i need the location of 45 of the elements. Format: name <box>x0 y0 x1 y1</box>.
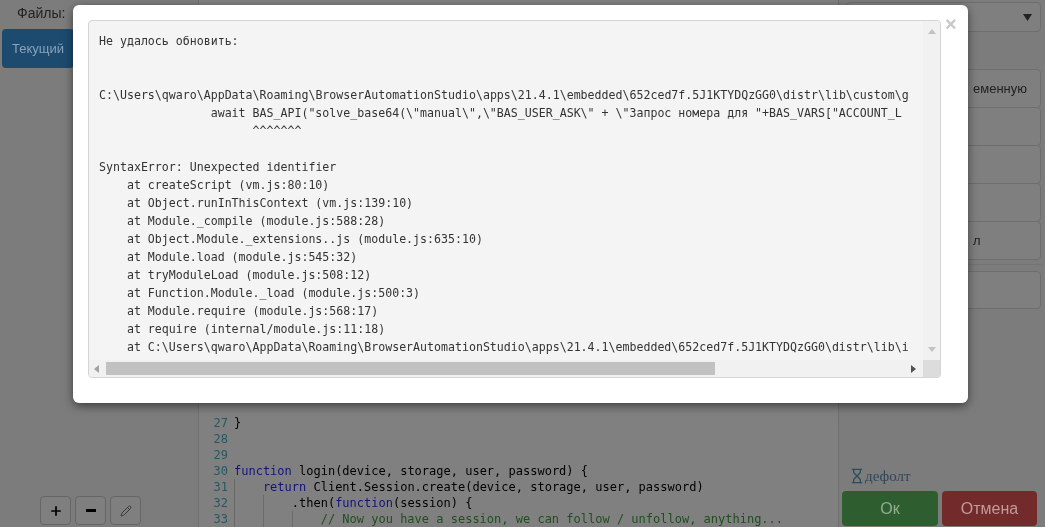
default-label: дефолт <box>865 467 911 485</box>
cancel-button[interactable]: Отмена <box>942 491 1037 526</box>
file-path: C:\Users\qwaro\AppData\Roaming\BrowserAutomationStudio\apps\21.4.1\embedded\652ced7f.5J1KTYDQzGG0\distr\lib\custom\g <box>99 87 909 104</box>
code-line: // Now you have a session, we can follow / unfollow, anything... <box>320 511 784 527</box>
stack-frame: at tryModuleLoad (module.js:508:12) <box>126 266 372 284</box>
code-line: } <box>234 415 242 431</box>
stack-frame: at require (internal/module.js:11:18) <box>126 320 386 338</box>
down-arrow-icon <box>927 347 936 352</box>
right-arrow-icon <box>911 364 916 373</box>
stack-frame: at Function.Module._load (module.js:500:3) <box>126 284 421 302</box>
pencil-icon <box>119 504 132 517</box>
edit-button[interactable] <box>110 496 141 525</box>
line-number: 30 <box>212 463 229 479</box>
stack-frame: at Module._compile (module.js:588:28) <box>126 212 386 230</box>
stack-frame: at createScript (vm.js:80:10) <box>126 176 330 194</box>
plus-icon <box>48 503 63 518</box>
stack-frame: at Object.runInThisContext (vm.js:139:10) <box>126 194 414 212</box>
line-number: 28 <box>212 431 229 447</box>
add-button[interactable] <box>40 496 71 525</box>
code-line: return Client.Session.create(device, storage, user, password) <box>262 479 704 495</box>
caret-icon <box>1023 13 1032 21</box>
line-number: 31 <box>212 479 229 495</box>
code-line: function login(device, storage, user, password) { <box>234 463 588 479</box>
current-tab[interactable]: Текущий <box>2 29 74 68</box>
hourglass-icon <box>849 468 865 484</box>
line-number: 29 <box>212 447 229 463</box>
line-number: 32 <box>212 495 229 511</box>
stack-frame: at C:\Users\qwaro\AppData\Roaming\BrowserAutomationStudio\apps\21.4.1\embedded\652ced7f.5J1KTYDQzGG0\distr\lib\i <box>126 338 909 356</box>
caret-marker: ^^^^^^^ <box>252 123 302 140</box>
line-number: 33 <box>212 511 229 527</box>
remove-button[interactable] <box>75 496 106 525</box>
code-line: await BAS_API("solve_base64(\"manual\",\"BAS_USER_ASK\" + \"Запрос номера для "+BAS_VARS["ACCOUNT_L <box>209 105 902 122</box>
minus-icon <box>85 509 96 512</box>
error-name: SyntaxError: Unexpected identifier <box>99 159 337 176</box>
line-number: 27 <box>212 415 229 431</box>
left-arrow-icon <box>94 364 99 373</box>
stack-frame: at Module.require (module.js:568:17) <box>126 302 379 320</box>
stack-frame: at Object.Module._extensions..js (module.js:635:10) <box>126 230 483 248</box>
error-message: Не удалось обновить: <box>99 33 239 50</box>
code-line: .then(function(session) { <box>291 495 473 511</box>
up-arrow-icon <box>927 29 936 34</box>
scrollbar-thumb[interactable] <box>106 362 715 375</box>
ok-button[interactable]: Ок <box>842 491 938 526</box>
files-label: Файлы: <box>17 4 66 22</box>
stack-frame: at Module.load (module.js:545:32) <box>126 248 358 266</box>
